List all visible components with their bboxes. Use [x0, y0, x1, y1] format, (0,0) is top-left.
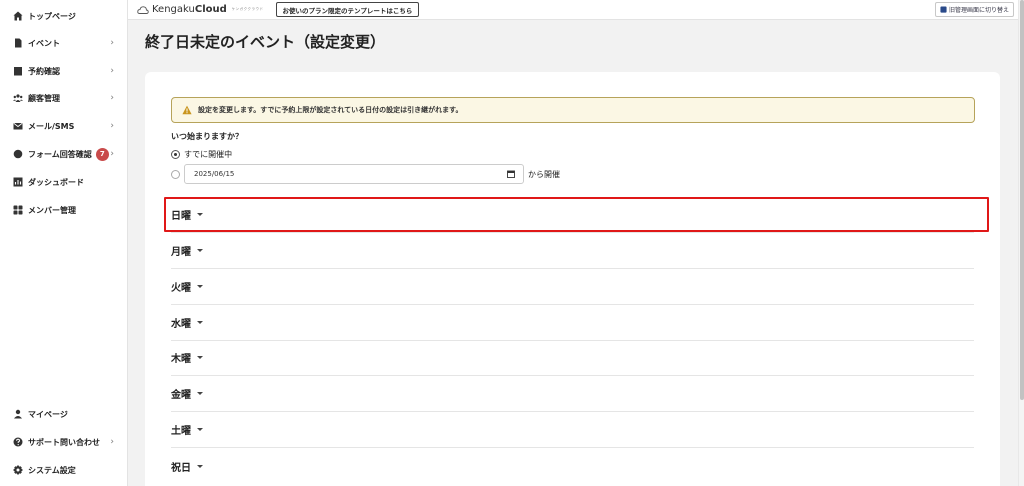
warning-text: 設定を変更します。すでに予約上限が設定されている日付の設定は引き継がれます。 — [198, 106, 463, 114]
app-logo[interactable]: Kengaku Cloud ケンガククラウド — [137, 4, 264, 15]
sidebar-item-mypage[interactable]: マイページ — [12, 405, 124, 423]
warning-banner: 設定を変更します。すでに予約上限が設定されている日付の設定は引き継がれます。 — [171, 97, 975, 123]
caret-down-icon — [197, 464, 203, 468]
grid-icon — [12, 205, 23, 216]
logo-text-bold: Cloud — [194, 4, 227, 15]
sidebar-item-event[interactable]: イベント › — [12, 34, 124, 52]
sidebar-item-mail[interactable]: メール/SMS › — [12, 117, 124, 135]
caret-down-icon — [197, 428, 203, 431]
day-label: 金曜 — [171, 390, 191, 401]
sidebar-item-label: 顧客管理 — [28, 93, 60, 103]
caret-down-icon — [197, 392, 203, 395]
from-label: から開催 — [528, 170, 560, 179]
switch-icon — [940, 6, 947, 13]
user-icon — [12, 409, 23, 420]
document-icon — [12, 38, 23, 49]
chevron-right-icon: › — [110, 149, 114, 159]
radio-already-running-label: すでに開催中 — [184, 150, 233, 159]
page-title: 終了日未定のイベント（設定変更） — [145, 33, 386, 51]
notification-badge: 7 — [95, 147, 109, 161]
chevron-right-icon: › — [110, 121, 114, 131]
warning-icon — [182, 105, 192, 115]
home-icon — [12, 11, 23, 22]
highlight-box — [164, 197, 989, 232]
sidebar-item-dashboard[interactable]: ダッシュボード — [12, 173, 124, 191]
radio-start-date[interactable] — [171, 170, 184, 179]
day-row-monday[interactable]: 月曜 — [171, 233, 974, 269]
gear-icon — [12, 465, 23, 476]
day-row-holiday[interactable]: 祝日 — [171, 448, 974, 484]
day-label: 祝日 — [171, 462, 191, 474]
day-label: 火曜 — [171, 283, 191, 294]
chevron-right-icon: › — [110, 437, 114, 447]
start-question-label: いつ始まりますか？ — [171, 132, 243, 141]
question-icon — [12, 437, 23, 448]
sidebar-item-form-answers[interactable]: フォーム回答確認 7 › — [12, 145, 124, 163]
sidebar-item-label: フォーム回答確認 — [28, 149, 92, 159]
day-row-tuesday[interactable]: 火曜 — [171, 269, 974, 305]
plan-template-button[interactable]: お使いのプラン限定のテンプレートはこちら — [275, 2, 420, 17]
day-row-thursday[interactable]: 木曜 — [171, 340, 974, 376]
sidebar-item-top[interactable]: トップページ — [12, 7, 124, 25]
sidebar-item-support[interactable]: サポート問い合わせ › — [12, 433, 124, 451]
sidebar-item-label: マイページ — [28, 409, 68, 419]
page-scrollbar[interactable] — [1018, 0, 1024, 486]
chart-icon — [12, 177, 23, 188]
day-row-friday[interactable]: 金曜 — [171, 376, 974, 412]
logo-tagline: ケンガククラウド — [231, 7, 264, 11]
sidebar-item-label: ダッシュボード — [28, 177, 84, 187]
sidebar-item-reservation[interactable]: 予約確認 › — [12, 62, 124, 80]
caret-down-icon — [197, 249, 203, 252]
day-label: 月曜 — [171, 247, 191, 258]
sidebar-item-label: トップページ — [28, 11, 76, 21]
switch-legacy-admin-label: 旧管理画面に切り替え — [948, 7, 1009, 14]
start-date-input[interactable]: 2025/06/15 — [184, 164, 524, 184]
sidebar-item-label: 予約確認 — [28, 66, 60, 76]
caret-down-icon — [197, 321, 203, 324]
sidebar-item-label: メール/SMS — [28, 121, 75, 131]
sidebar-item-label: サポート問い合わせ — [28, 437, 100, 447]
caret-down-icon — [197, 356, 203, 359]
sidebar-item-system-settings[interactable]: システム設定 — [12, 461, 124, 479]
sidebar-item-label: メンバー管理 — [28, 205, 76, 215]
calendar-icon — [12, 66, 23, 77]
sidebar-item-label: イベント — [28, 38, 60, 48]
logo-text-light: Kengaku — [152, 4, 195, 15]
mail-icon — [12, 121, 23, 132]
sidebar: トップページ イベント › 予約確認 › 顧客管理 › メール/SMS › フォ… — [0, 0, 128, 486]
people-icon — [12, 93, 23, 104]
switch-legacy-admin-button[interactable]: 旧管理画面に切り替え — [934, 2, 1014, 17]
day-label: 木曜 — [171, 354, 191, 365]
chevron-right-icon: › — [110, 93, 114, 103]
chevron-right-icon: › — [110, 38, 114, 48]
cloud-logo-icon — [137, 5, 149, 14]
day-row-saturday[interactable]: 土曜 — [171, 412, 974, 448]
calendar-picker-icon[interactable] — [507, 170, 515, 178]
top-bar: Kengaku Cloud ケンガククラウド お使いのプラン限定のテンプレートはこ… — [128, 0, 1018, 20]
sidebar-item-label: システム設定 — [28, 465, 76, 475]
chat-icon — [12, 149, 23, 160]
start-date-value: 2025/06/15 — [194, 170, 235, 178]
chevron-right-icon: › — [110, 66, 114, 76]
sidebar-item-customers[interactable]: 顧客管理 › — [12, 89, 124, 107]
caret-down-icon — [197, 285, 203, 288]
day-label: 土曜 — [171, 426, 191, 437]
sidebar-item-members[interactable]: メンバー管理 — [12, 201, 124, 219]
day-label: 水曜 — [171, 319, 191, 330]
radio-button-checked[interactable] — [171, 150, 180, 159]
scrollbar-thumb[interactable] — [1020, 0, 1024, 400]
radio-already-running[interactable]: すでに開催中 — [171, 149, 232, 160]
day-row-wednesday[interactable]: 水曜 — [171, 305, 974, 341]
radio-button-unchecked[interactable] — [171, 170, 180, 179]
